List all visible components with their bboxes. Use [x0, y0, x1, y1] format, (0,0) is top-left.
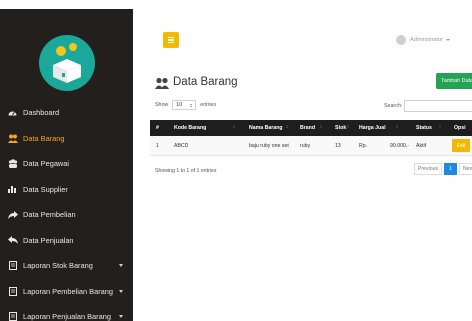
document-icon — [7, 312, 18, 321]
cell-status: Aktif — [416, 143, 427, 149]
sidebar-item-label: Laporan Pembelian Barang — [23, 286, 113, 296]
users-icon — [7, 159, 18, 169]
table-info: Showing 1 to 1 of 1 entries — [155, 168, 217, 174]
show-label: Show — [155, 102, 169, 108]
cell-harga-value: 90.000,- — [390, 143, 410, 149]
people-icon — [155, 76, 169, 89]
column-header[interactable]: Status — [416, 120, 432, 136]
hamburger-icon — [168, 36, 174, 38]
sidebar-item-data-barang[interactable]: Data Barang — [0, 126, 133, 152]
column-header[interactable]: Kode Barang — [174, 120, 206, 136]
sort-icon — [347, 125, 349, 128]
sort-icon — [396, 125, 398, 128]
add-data-button[interactable]: Tambah Data — [436, 73, 472, 89]
user-name: Administrator — [410, 37, 443, 43]
cell-stok: 13 — [335, 143, 341, 149]
page-title: Data Barang — [173, 76, 238, 88]
select-arrows-icon — [190, 103, 193, 107]
search-label: Search: — [384, 103, 403, 109]
cell-harga-currency: Rp. — [359, 143, 368, 149]
table-row: 1 ABCD baju ruby one set ruby 13 Rp. 90.… — [150, 136, 472, 156]
page-length-control: Show 10 entries — [155, 100, 216, 110]
page-length-value: 10 — [176, 102, 183, 108]
share-icon — [7, 210, 18, 219]
sidebar-menu: Dashboard Data Barang Data Pegawai Data … — [0, 100, 133, 321]
column-header[interactable]: Brand — [300, 120, 315, 136]
sidebar-item-label: Data Supplier — [23, 184, 68, 194]
cell-kode-barang: ABCD — [174, 143, 189, 149]
document-icon — [7, 286, 18, 296]
sort-icon — [439, 125, 441, 128]
avatar — [396, 35, 406, 45]
cell-no: 1 — [156, 143, 159, 149]
gauge-icon — [7, 108, 18, 117]
sort-icon — [286, 125, 288, 128]
table-header: # Kode Barang Nama Barang Brand Stok Har… — [150, 120, 472, 136]
chevron-down-icon — [119, 315, 123, 318]
cell-brand: ruby — [300, 143, 311, 149]
sidebar-item-data-pegawai[interactable]: Data Pegawai — [0, 151, 133, 177]
sidebar: Dashboard Data Barang Data Pegawai Data … — [0, 9, 133, 321]
sidebar-item-data-pembelian[interactable]: Data Pembelian — [0, 202, 133, 228]
edit-button[interactable]: Edit — [452, 139, 470, 152]
app-window: Dashboard Data Barang Data Pegawai Data … — [0, 0, 472, 321]
sidebar-item-laporan-penjualan[interactable]: Laporan Penjualan Barang — [0, 304, 133, 321]
page-length-select[interactable]: 10 — [172, 100, 197, 110]
column-header[interactable]: Nama Barang — [249, 120, 282, 136]
page-header: Data Barang — [155, 76, 238, 89]
sidebar-item-label: Laporan Penjualan Barang — [23, 312, 111, 321]
user-menu[interactable]: Administrator — [396, 35, 450, 45]
reply-icon — [7, 236, 18, 245]
chevron-down-icon — [445, 39, 450, 41]
sort-icon — [320, 125, 322, 128]
bar-chart-icon — [7, 185, 18, 194]
sidebar-item-laporan-stok[interactable]: Laporan Stok Barang — [0, 253, 133, 279]
sidebar-item-data-supplier[interactable]: Data Supplier — [0, 177, 133, 203]
column-header[interactable]: # — [156, 120, 159, 136]
sidebar-item-label: Dashboard — [23, 108, 60, 118]
pagination-previous[interactable]: Previous — [414, 163, 442, 175]
people-icon — [7, 134, 18, 143]
document-icon — [7, 261, 18, 271]
column-header[interactable]: Stok — [335, 120, 346, 136]
cell-nama-barang: baju ruby one set — [249, 143, 289, 149]
sidebar-item-laporan-pembelian[interactable]: Laporan Pembelian Barang — [0, 279, 133, 305]
sidebar-item-label: Laporan Stok Barang — [23, 261, 93, 271]
entries-label: entries — [200, 102, 217, 108]
sidebar-item-data-penjualan[interactable]: Data Penjualan — [0, 228, 133, 254]
pagination-page-1[interactable]: 1 — [444, 163, 457, 175]
pagination-next[interactable]: Next — [459, 163, 472, 175]
chevron-down-icon — [119, 264, 123, 267]
chevron-down-icon — [119, 289, 123, 293]
column-header[interactable]: Opsi — [454, 120, 466, 136]
sidebar-item-dashboard[interactable]: Dashboard — [0, 100, 133, 126]
sidebar-item-label: Data Pembelian — [23, 210, 76, 220]
sidebar-item-label: Data Pegawai — [23, 159, 70, 169]
menu-toggle-button[interactable] — [163, 32, 179, 48]
logo-box-with-coins-icon — [39, 35, 95, 91]
column-header[interactable]: Harga Jual — [359, 120, 386, 136]
sort-icon — [233, 125, 235, 128]
sidebar-item-label: Data Barang — [23, 133, 65, 143]
sidebar-item-label: Data Penjualan — [23, 235, 74, 245]
search-input[interactable] — [404, 100, 472, 112]
